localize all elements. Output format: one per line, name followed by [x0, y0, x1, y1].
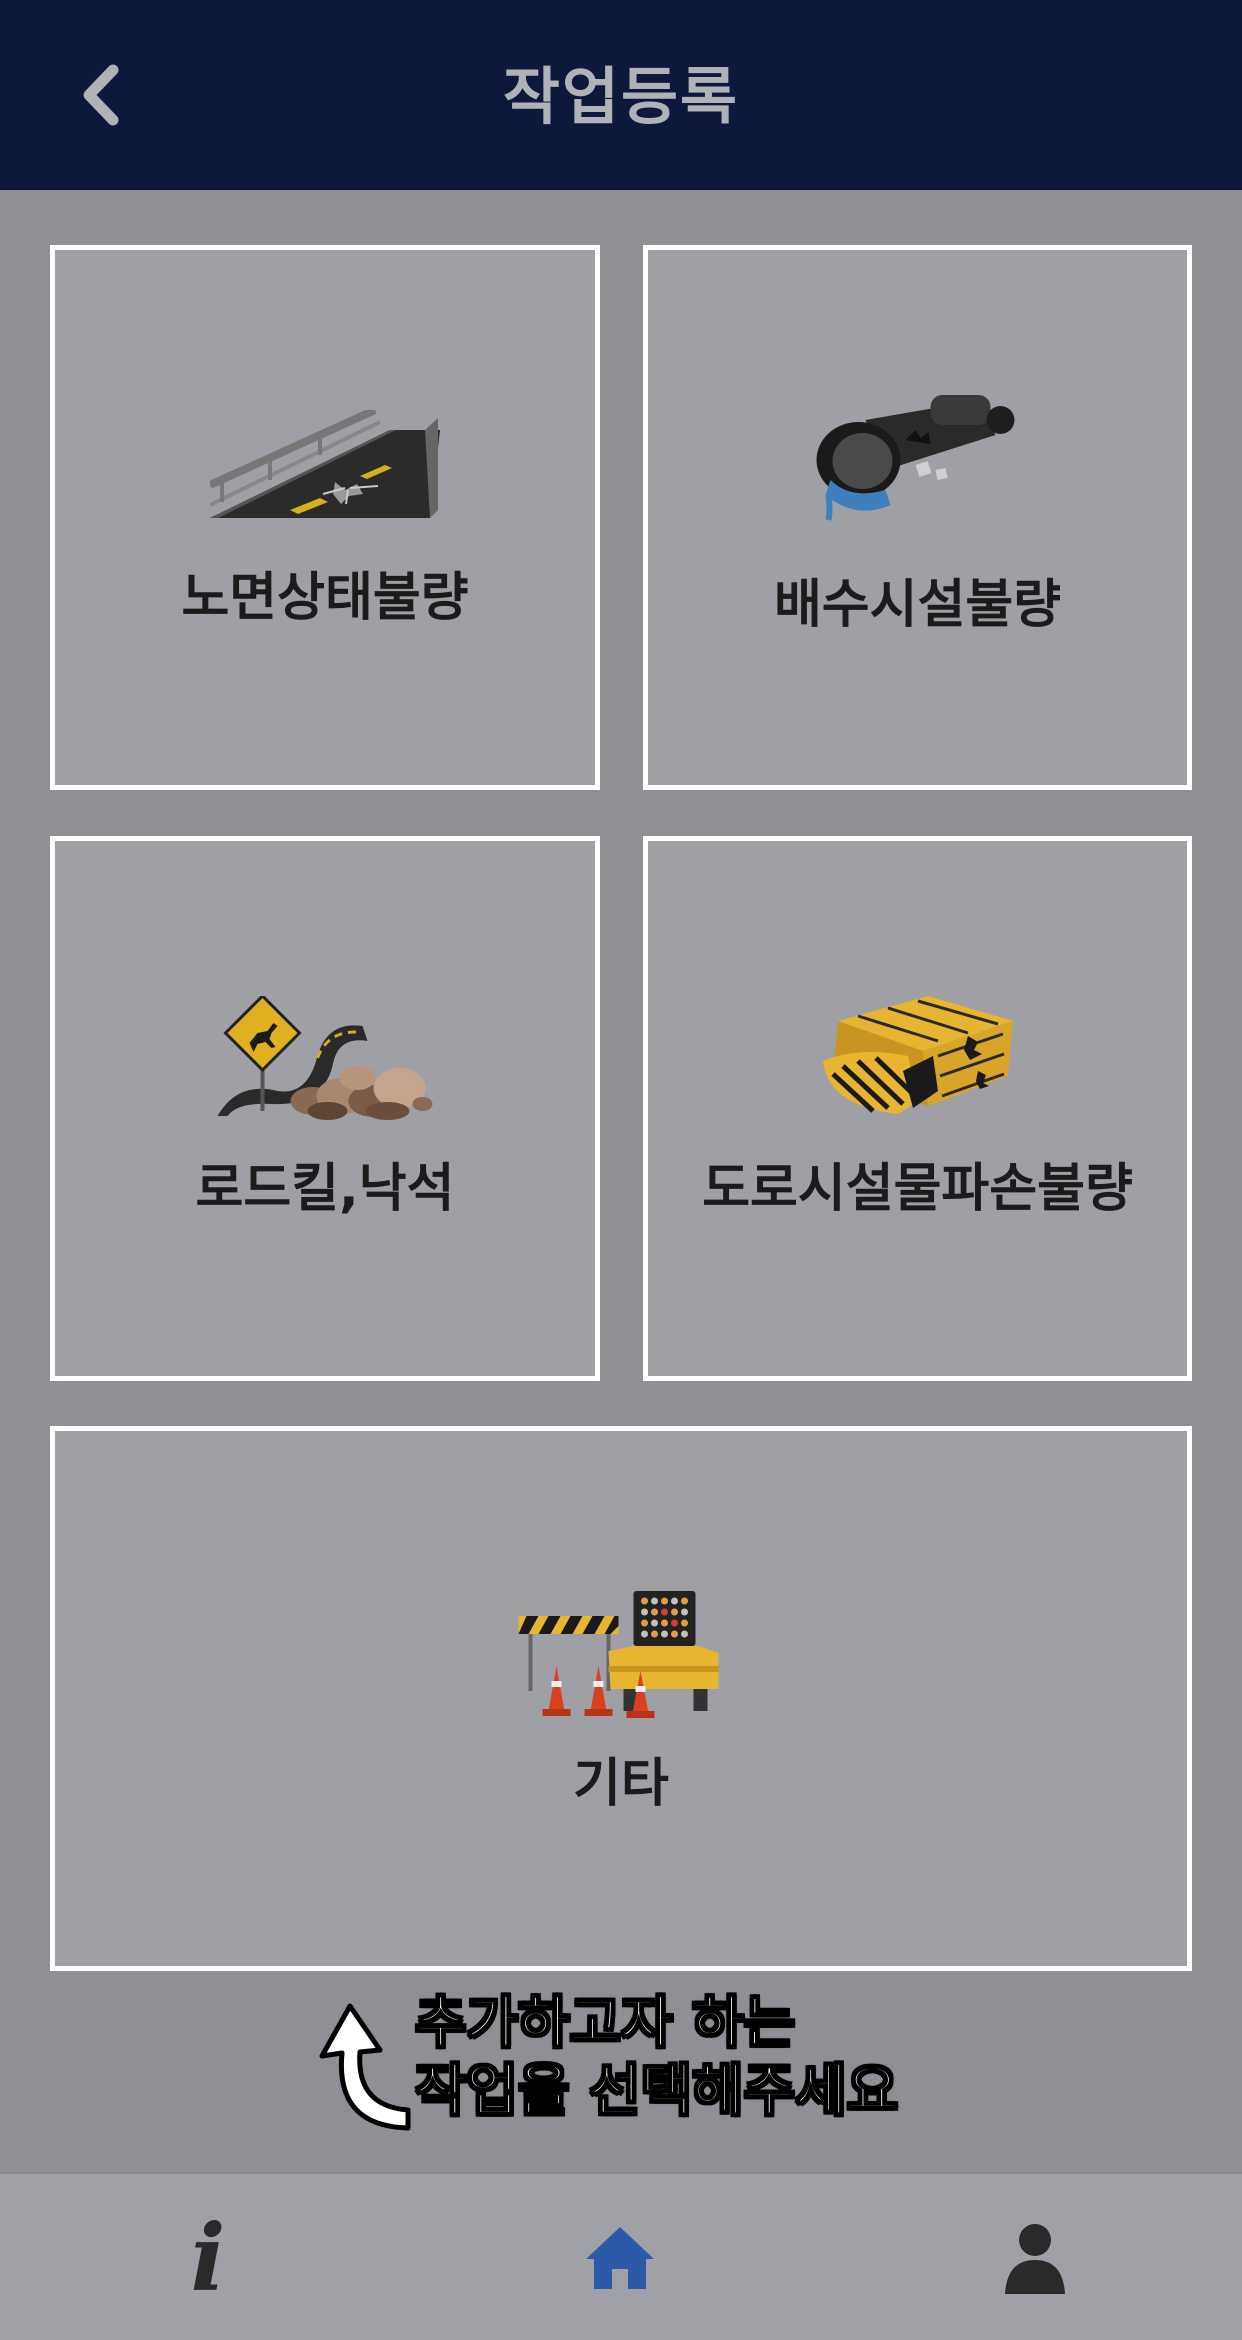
nav-user-button[interactable]: [935, 2174, 1135, 2340]
road-surface-icon: [210, 410, 440, 518]
roadwork-misc-icon: [518, 1591, 719, 1718]
category-label: 기타: [573, 1754, 669, 1814]
user-icon: [1005, 2224, 1065, 2294]
home-icon: [586, 2227, 654, 2289]
page-title: 작업등록: [502, 60, 740, 133]
hint-line-1: 추가하고자 하는: [414, 1990, 796, 2057]
hint-line-2: 작업을 선택해주세요: [414, 2058, 899, 2125]
category-tile-road-surface[interactable]: 노면상태불량: [50, 245, 600, 790]
category-tile-drainage[interactable]: 배수시설불량: [643, 245, 1192, 790]
road-facility-damage-icon: [822, 996, 1013, 1114]
hint-text: 추가하고자 하는 작업을 선택해주세요: [414, 1990, 899, 2126]
category-label: 도로시설물파손불량: [702, 1159, 1133, 1219]
category-tile-other[interactable]: 기타: [50, 1426, 1192, 1971]
category-label: 로드킬,낙석: [195, 1159, 455, 1219]
info-icon: i: [190, 2204, 226, 2312]
bottom-nav: i: [0, 2172, 1242, 2340]
drain-pipe-icon: [816, 395, 1014, 521]
nav-home-button[interactable]: [520, 2174, 720, 2340]
curved-arrow-up-icon: [319, 2003, 411, 2131]
category-tile-roadkill[interactable]: 로드킬,낙석: [50, 836, 600, 1381]
roadkill-rockfall-icon: [217, 996, 433, 1120]
selection-hint: 추가하고자 하는 작업을 선택해주세요: [290, 1990, 990, 2150]
category-label: 노면상태불량: [181, 568, 469, 628]
nav-info-button[interactable]: i: [108, 2174, 308, 2340]
app-header: 작업등록: [0, 0, 1242, 190]
category-label: 배수시설불량: [773, 575, 1062, 635]
category-tile-facility[interactable]: 도로시설물파손불량: [643, 836, 1192, 1381]
